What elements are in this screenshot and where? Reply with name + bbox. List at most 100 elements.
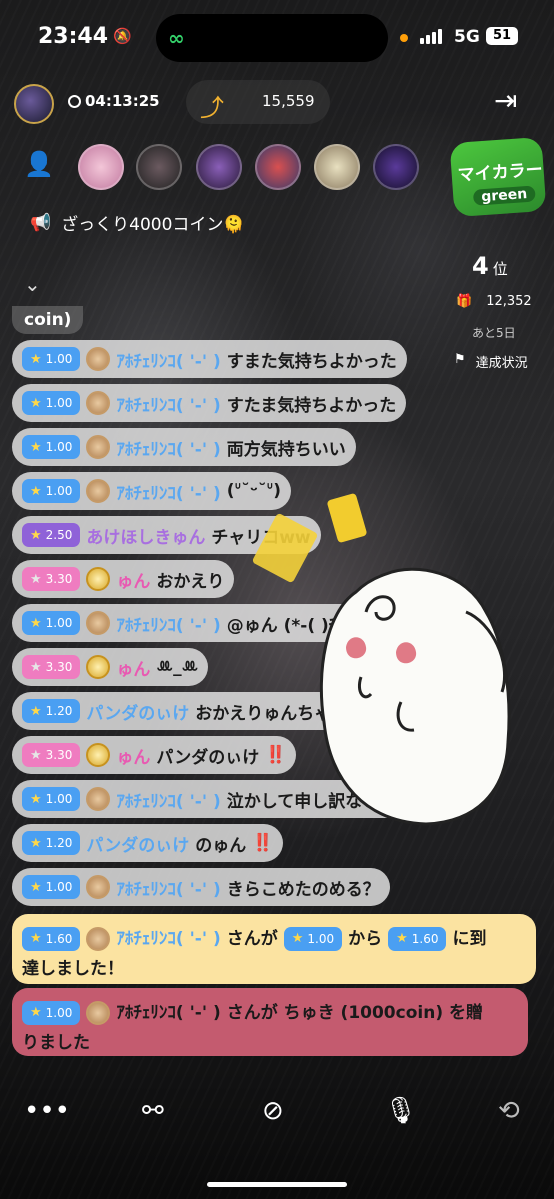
levelup-message: ★ 1.60 ｱﾎﾁｪﾘﾝｺ( '-' ) さんが ★ 1.00 から ★ 1.60 … <box>12 914 536 984</box>
message-text: きらこめたのめる？ <box>226 879 380 900</box>
message-text: さんが <box>226 929 278 949</box>
announcement[interactable]: 📢 ざっくり4000コイン🫠 <box>30 210 245 236</box>
viewer-list-icon[interactable]: 👤 <box>24 150 54 178</box>
exit-icon[interactable]: ⇥ <box>494 84 534 118</box>
user-name[interactable]: ｱﾎﾁｪﾘﾝｺ( '-' ) <box>116 996 220 1030</box>
chat-message[interactable]: ★ 3.30 ゅん おかえり <box>12 560 235 598</box>
medal-icon <box>86 875 111 899</box>
level-value: 1.20 <box>45 704 73 718</box>
message-text: のゅん <box>195 835 247 856</box>
camera-off-icon[interactable]: ⊘ <box>262 1096 284 1126</box>
star-icon: ★ <box>30 791 42 807</box>
message-text: パンダのぃけ <box>156 747 260 768</box>
gift-total-value: 12,352 <box>486 294 532 309</box>
flag-icon: ⚑ <box>454 352 466 367</box>
user-name[interactable]: ｱﾎﾁｪﾘﾝｺ( '-' ) <box>116 391 220 416</box>
event-badge-subtitle: green <box>472 185 536 206</box>
level-value: 3.30 <box>45 660 73 674</box>
viewer-avatar[interactable] <box>136 144 182 190</box>
chat-fragment: coin) <box>12 306 84 334</box>
level-badge: ★ 1.00 <box>22 611 81 635</box>
event-badge[interactable]: マイカラー green <box>449 136 547 218</box>
chat-message[interactable]: ★ 1.20 パンダのぃけ おかえりゅんちゃん <box>12 692 359 730</box>
user-name[interactable]: ゅん <box>116 655 150 680</box>
viewer-avatar[interactable] <box>255 144 301 190</box>
viewer-avatar[interactable] <box>78 144 124 190</box>
days-left: あと5日 <box>472 326 516 340</box>
message-text: から <box>348 929 383 949</box>
gift-icon: 🎁 <box>456 294 473 309</box>
achievement-status[interactable]: ⚑ 達成状況 <box>454 352 528 371</box>
level-badge: ★ 2.50 <box>22 523 81 547</box>
chat-message[interactable]: ★ 3.30 ゅん パンダのぃけ ‼️ <box>12 736 297 774</box>
medal-icon <box>86 435 111 459</box>
star-icon: ★ <box>30 703 42 719</box>
user-name[interactable]: ｱﾎﾁｪﾘﾝｺ( '-' ) <box>116 922 220 956</box>
level-value: 1.00 <box>45 616 73 630</box>
star-icon: ★ <box>30 659 42 675</box>
chat-message[interactable]: ★ 1.00 ｱﾎﾁｪﾘﾝｺ( '-' ) きらこめたのめる？ <box>12 868 390 906</box>
message-text: 両方気持ちいい <box>226 439 346 460</box>
level-value: 1.00 <box>45 396 73 410</box>
timer-value: 04:13:25 <box>85 92 160 110</box>
star-icon: ★ <box>30 483 42 499</box>
medal-icon <box>86 347 111 371</box>
star-icon: ★ <box>30 351 42 367</box>
rank-number: 4 <box>472 252 489 280</box>
message-text: 達しました！ <box>22 959 124 979</box>
chat-message[interactable]: ★ 1.00 ｱﾎﾁｪﾘﾝｺ( '-' ) (ᐡ˘ᵕ˘ᐡ) <box>12 472 291 510</box>
star-icon: ★ <box>30 747 42 763</box>
star-icon: ★ <box>30 395 42 411</box>
user-name[interactable]: パンダのぃけ <box>86 699 189 724</box>
message-text: ꔛ_ꔛ <box>156 657 199 677</box>
level-badge: ★ 1.60 <box>388 927 447 951</box>
gift-total: 🎁 12,352 <box>456 294 532 309</box>
share-icon[interactable]: ⚯ <box>142 1096 164 1126</box>
achievement-status-label: 達成状況 <box>475 356 528 371</box>
camera-flip-icon[interactable]: ⟲ <box>498 1096 520 1126</box>
medal-icon <box>86 391 111 415</box>
user-name[interactable]: ｱﾎﾁｪﾘﾝｺ( '-' ) <box>116 435 220 460</box>
star-icon: ★ <box>30 879 42 895</box>
level-badge: ★ 1.20 <box>22 699 81 723</box>
chat-message[interactable]: ★ 1.00 ｱﾎﾁｪﾘﾝｺ( '-' ) すたま気持ちよかった <box>12 384 407 422</box>
user-name[interactable]: ｱﾎﾁｪﾘﾝｺ( '-' ) <box>116 787 220 812</box>
user-name[interactable]: ゅん <box>116 743 150 768</box>
mic-icon[interactable]: 🎙 <box>384 1096 417 1126</box>
level-badge: ★ 1.00 <box>22 1001 81 1025</box>
chat-message[interactable]: ★ 1.00 ｱﾎﾁｪﾘﾝｺ( '-' ) 両方気持ちいい <box>12 428 356 466</box>
megaphone-icon: 📢 <box>30 212 52 233</box>
link-icon: ∞ <box>168 26 185 50</box>
viewer-avatar[interactable] <box>196 144 242 190</box>
message-text: おかえり <box>156 571 225 592</box>
level-badge: ★ 1.00 <box>22 479 81 503</box>
user-name[interactable]: ｱﾎﾁｪﾘﾝｺ( '-' ) <box>116 875 220 900</box>
points-count: 15,559 <box>262 92 315 110</box>
user-name[interactable]: あけほしきゅん <box>86 523 205 548</box>
message-text: (ᐡ˘ᵕ˘ᐡ) <box>226 481 281 501</box>
rank-unit: 位 <box>492 260 508 278</box>
chat-message[interactable]: ★ 1.00 ｱﾎﾁｪﾘﾝｺ( '-' ) すまた気持ちよかった <box>12 340 407 378</box>
user-name[interactable]: ゅん <box>116 567 150 592</box>
user-name[interactable]: ｱﾎﾁｪﾘﾝｺ( '-' ) <box>116 479 220 504</box>
chat-message[interactable]: ★ 3.30 ゅん ꔛ_ꔛ <box>12 648 209 686</box>
level-value: 3.30 <box>45 748 73 762</box>
star-icon: ★ <box>30 835 42 851</box>
user-name[interactable]: ｱﾎﾁｪﾘﾝｺ( '-' ) <box>116 347 220 372</box>
message-emphasis: ‼️ <box>252 833 274 853</box>
clock-icon <box>68 94 81 108</box>
host-avatar[interactable] <box>14 84 54 124</box>
user-name[interactable]: パンダのぃけ <box>86 831 189 856</box>
viewer-avatar[interactable] <box>314 144 360 190</box>
star-icon: ★ <box>30 527 42 543</box>
message-text: すたま気持ちよかった <box>226 395 397 416</box>
rank-display[interactable]: 4位 <box>472 252 508 280</box>
network-type: 5G <box>454 27 480 47</box>
chevron-down-icon[interactable]: ⌄ <box>24 272 41 296</box>
more-icon[interactable]: ••• <box>24 1096 70 1126</box>
chat-message[interactable]: ★ 1.20 パンダのぃけ のゅん ‼️ <box>12 824 284 862</box>
level-badge: ★ 1.00 <box>22 347 81 371</box>
user-name[interactable]: ｱﾎﾁｪﾘﾝｺ( '-' ) <box>116 611 220 636</box>
medal-icon <box>86 927 111 951</box>
viewer-avatar[interactable] <box>373 144 419 190</box>
